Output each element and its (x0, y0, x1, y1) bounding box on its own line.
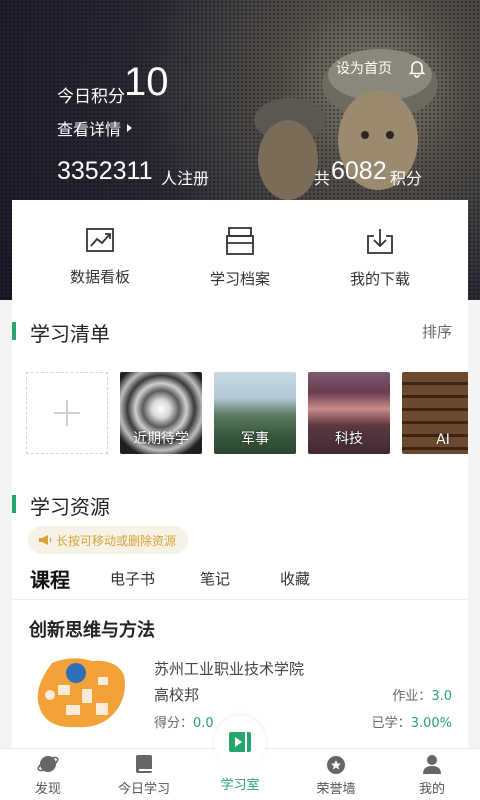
score-label: 得分： (154, 716, 194, 731)
nav-study-room[interactable] (214, 716, 266, 768)
user-icon (423, 755, 441, 774)
tab-favorites[interactable]: 收藏 (280, 568, 310, 589)
archive-icon (226, 227, 254, 255)
section-marker (12, 495, 16, 513)
list-tile[interactable]: AI (402, 372, 468, 454)
list-tile-label: 军事 (241, 431, 269, 447)
nav-today-study[interactable]: 今日学习 (96, 749, 192, 800)
nav-mine[interactable]: 我的 (384, 749, 480, 800)
nav-label: 今日学习 (117, 782, 170, 797)
total-points-prefix: 共 (314, 169, 331, 188)
registered-label: 人注册 (161, 169, 210, 188)
chart-icon (86, 228, 114, 252)
list-tile[interactable]: 科技 (308, 372, 390, 454)
megaphone-icon (39, 535, 52, 545)
section-marker (12, 322, 16, 340)
quick-action-label: 我的下载 (349, 270, 410, 288)
resource-tip: 长按可移动或删除资源 (28, 526, 189, 554)
nav-label: 发现 (34, 782, 61, 797)
score-stat: 得分：0.0 (154, 712, 214, 731)
caret-right-icon (127, 124, 133, 132)
today-points-value: 10 (124, 60, 169, 104)
set-home-link[interactable]: 设为首页 (336, 58, 392, 78)
main-card: 数据看板 学习档案 我的下载 学习清单 排序 近期待学 军事 科技 AI 学习资… (12, 200, 468, 748)
score-value: 0.0 (193, 716, 214, 731)
learned-label: 已学： (371, 716, 411, 731)
sort-button[interactable]: 排序 (422, 321, 452, 342)
study-room-icon (229, 732, 251, 752)
quick-action-archive[interactable]: 学习档案 (180, 226, 300, 289)
book-icon (136, 755, 152, 773)
nav-honor-wall[interactable]: 荣誉墙 (288, 749, 384, 800)
total-points-suffix: 积分 (390, 169, 423, 188)
list-tile[interactable]: 军事 (214, 372, 296, 454)
nav-label: 我的 (418, 782, 445, 797)
tab-ebooks[interactable]: 电子书 (110, 568, 155, 589)
planet-icon (37, 756, 59, 772)
medal-icon (327, 756, 345, 774)
list-tile-label: AI (436, 432, 450, 448)
add-list-button[interactable] (26, 372, 108, 454)
nav-study-room-label: 学习室 (220, 778, 260, 793)
resource-tip-text: 长按可移动或删除资源 (56, 533, 177, 548)
list-tile-label: 近期待学 (133, 431, 189, 447)
quick-actions: 数据看板 学习档案 我的下载 (12, 200, 468, 300)
course-thumbnail[interactable] (32, 655, 128, 733)
homework-stat: 作业：3.0 (392, 685, 452, 704)
tab-courses[interactable]: 课程 (30, 564, 70, 593)
quick-action-downloads[interactable]: 我的下载 (320, 226, 440, 289)
study-list-tiles: 近期待学 军事 科技 AI (12, 372, 468, 456)
resource-tabs: 课程 电子书 笔记 收藏 (12, 564, 468, 600)
view-details-label: 查看详情 (57, 120, 122, 139)
course-provider: 高校邦 (154, 686, 200, 704)
homework-label: 作业： (392, 689, 432, 704)
download-icon (367, 229, 393, 254)
resources-title: 学习资源 (30, 495, 110, 519)
tab-notes[interactable]: 笔记 (200, 568, 230, 589)
course-school: 苏州工业职业技术学院 (154, 660, 305, 678)
nav-label: 荣誉墙 (316, 782, 356, 797)
registered-count: 3352311 (57, 157, 153, 185)
bell-icon[interactable] (407, 58, 427, 78)
quick-action-dashboard[interactable]: 数据看板 (40, 226, 160, 287)
nav-discover[interactable]: 发现 (0, 749, 96, 800)
quick-action-label: 数据看板 (69, 268, 130, 286)
study-list-title: 学习清单 (30, 322, 110, 346)
total-points-value: 6082 (331, 157, 387, 185)
list-tile[interactable]: 近期待学 (120, 372, 202, 454)
today-points-label: 今日积分 (57, 87, 125, 107)
view-details-link[interactable]: 查看详情 (57, 116, 133, 140)
learned-stat: 已学：3.00% (372, 712, 452, 731)
learned-value: 3.00% (410, 716, 452, 731)
homework-value: 3.0 (431, 689, 452, 704)
course-title[interactable]: 创新思维与方法 (29, 616, 155, 642)
quick-action-label: 学习档案 (209, 270, 270, 288)
list-tile-label: 科技 (335, 431, 363, 447)
